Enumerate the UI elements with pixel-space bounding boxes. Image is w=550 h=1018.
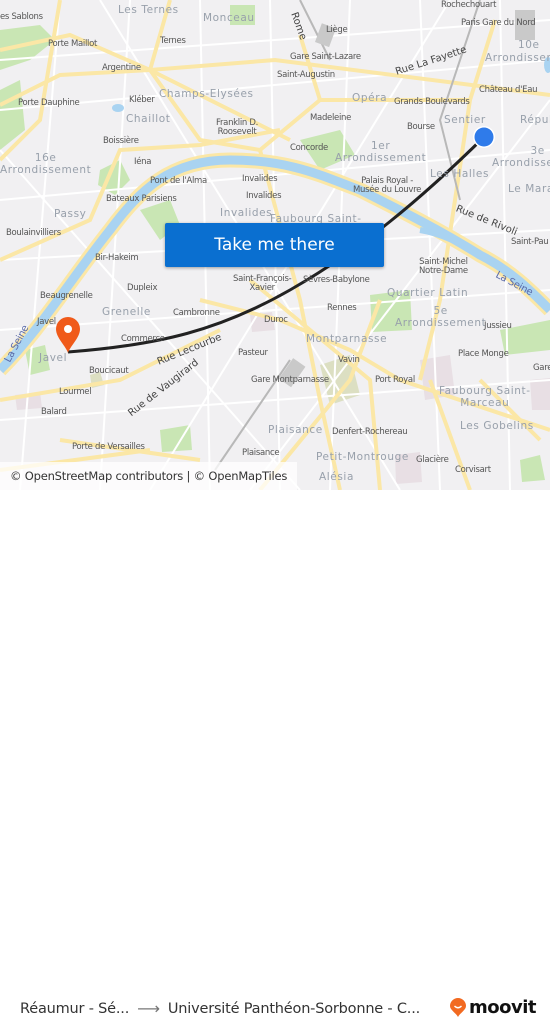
map-label: Concorde xyxy=(290,143,328,153)
map-label: Sèvres-Babylone xyxy=(303,275,370,285)
moovit-logo[interactable]: moovit xyxy=(449,997,537,1018)
map-label: Dupleix xyxy=(127,283,158,293)
map-label: Ternes xyxy=(160,36,186,46)
map-label: Répub xyxy=(520,114,550,126)
map-label: Port Royal xyxy=(375,375,415,385)
map-label: Chaillot xyxy=(126,113,171,125)
map-label: Kléber xyxy=(129,95,155,105)
map-label: Madeleine xyxy=(310,113,352,123)
map-label: Vavin xyxy=(338,355,360,365)
map-label: Le Mara xyxy=(508,183,550,195)
map-label: Château d'Eau xyxy=(479,85,538,95)
map-label: Cambronne xyxy=(173,308,220,318)
map-label: 5e Arrondissement xyxy=(395,305,487,330)
map-label: Bateaux Parisiens xyxy=(106,194,177,204)
map-label: Montparnasse xyxy=(306,333,388,345)
map-label: Les Gobelins xyxy=(460,420,534,432)
map-label: Liège xyxy=(326,25,348,35)
map-label: es Sablons xyxy=(0,12,43,22)
arrow-right-icon: ⟶ xyxy=(137,999,160,1018)
map-label: Palais Royal - Musée du Louvre xyxy=(353,176,422,195)
map-label: Gare Saint-Lazare xyxy=(290,52,361,62)
map-label: 3e Arrondissement xyxy=(492,145,550,170)
map-label: Invalides xyxy=(246,191,282,201)
map-label: Petit-Montrouge xyxy=(316,451,409,463)
route-summary: Réaumur - Sé... ⟶ Université Panthéon-So… xyxy=(20,999,420,1018)
map-label: Invalides xyxy=(220,207,273,219)
map-attribution[interactable]: © OpenStreetMap contributors | © OpenMap… xyxy=(0,462,298,490)
map-label: Denfert-Rochereau xyxy=(332,427,408,437)
origin-dot-icon xyxy=(473,126,495,148)
map-label: 1er Arrondissement xyxy=(335,140,427,165)
map-label: Rochechouart xyxy=(441,0,497,10)
map-label: Franklin D. Roosevelt xyxy=(216,118,259,137)
map-label: Duroc xyxy=(264,315,288,325)
map-label: Porte Dauphine xyxy=(18,98,80,108)
map-label: Plaisance xyxy=(242,448,280,458)
map-label: Argentine xyxy=(102,63,141,73)
map-label: Pont de l'Alma xyxy=(150,176,207,186)
map-label: Grands Boulevards xyxy=(394,97,470,107)
map-label: Gare Montparnasse xyxy=(251,375,329,385)
map-label: Monceau xyxy=(203,12,255,24)
map-label: Invalides xyxy=(242,174,278,184)
map-label: Gare xyxy=(533,363,550,373)
map-label: Paris Gare du Nord xyxy=(461,18,536,28)
map-label: Porte de Versailles xyxy=(72,442,145,452)
map-label: Pasteur xyxy=(238,348,268,358)
origin-name: Réaumur - Sé... xyxy=(20,1000,130,1017)
map-label: Beaugrenelle xyxy=(40,291,93,301)
map-label: Champs-Elysées xyxy=(159,88,254,100)
map-label: Commerce xyxy=(121,334,165,344)
map-label: Saint-Pau xyxy=(511,237,549,247)
map-label: 16e Arrondissement xyxy=(0,152,92,177)
map-label: Corvisart xyxy=(455,465,491,475)
map-label: Place Monge xyxy=(458,349,509,359)
map[interactable]: es Sablons Les Ternes Monceau Rome Liège… xyxy=(0,0,550,490)
map-label: Bourse xyxy=(407,122,435,132)
origin-marker[interactable] xyxy=(472,125,496,149)
destination-name: Université Panthéon-Sorbonne - C... xyxy=(167,1000,421,1017)
footer: Réaumur - Sé... ⟶ Université Panthéon-So… xyxy=(0,490,550,1018)
map-label: Balard xyxy=(41,407,67,417)
map-label: Glacière xyxy=(416,455,449,465)
map-label: Plaisance xyxy=(268,424,323,436)
moovit-pin-icon xyxy=(450,997,466,1017)
take-me-there-button[interactable]: Take me there xyxy=(165,223,384,267)
map-label: Alésia xyxy=(319,471,354,483)
map-label: Boissière xyxy=(103,136,139,146)
map-label: Saint-François- Xavier xyxy=(233,274,292,293)
map-label: Saint-Michel Notre-Dame xyxy=(419,257,468,276)
map-label: Faubourg Saint- Marceau xyxy=(439,385,531,410)
map-label: Lourmel xyxy=(59,387,92,397)
map-label: Rennes xyxy=(327,303,357,313)
map-label: Bir-Hakeim xyxy=(95,253,139,263)
map-label: 10e xyxy=(518,39,540,51)
map-label: Arrondissem xyxy=(485,52,550,64)
map-label: Les Halles xyxy=(430,168,490,180)
map-label: Grenelle xyxy=(102,306,151,318)
map-label: Quartier Latin xyxy=(387,287,469,299)
map-label: Passy xyxy=(54,208,87,220)
map-label: Jussieu xyxy=(484,321,512,331)
map-label: Saint-Augustin xyxy=(277,70,335,80)
map-pin-icon xyxy=(56,317,80,353)
map-label: Les Ternes xyxy=(118,4,179,16)
map-label: Porte Maillot xyxy=(48,39,98,49)
map-label: Iéna xyxy=(134,157,152,167)
map-label: Boulainvilliers xyxy=(6,228,61,238)
map-label: Opéra xyxy=(352,92,388,104)
brand-name: moovit xyxy=(469,997,537,1018)
destination-marker[interactable] xyxy=(54,316,82,354)
map-label: Boucicaut xyxy=(89,366,129,376)
